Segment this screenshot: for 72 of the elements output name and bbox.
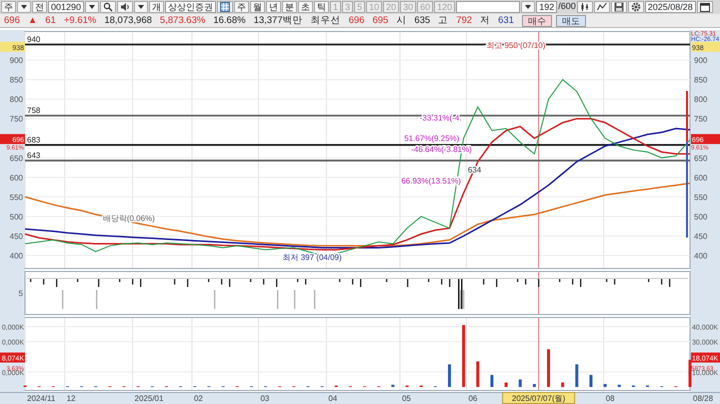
axis-label: 650 xyxy=(694,154,708,163)
quote-value: 61 xyxy=(44,14,57,26)
axis-label: 550 xyxy=(10,192,23,202)
quote-value: 696 xyxy=(348,14,366,26)
axis-label: 900 xyxy=(10,56,23,66)
axis-label: 600 xyxy=(694,173,708,182)
stock-name: 상상인증권 xyxy=(165,1,216,13)
date-label: 2024/11 xyxy=(27,394,56,403)
axis-label: 750 xyxy=(694,114,708,124)
quote-value: 시 xyxy=(395,14,408,26)
chart-note: -33.31%(-4. xyxy=(420,114,462,123)
quote-value: 저 xyxy=(479,14,492,26)
axis-label: 400 xyxy=(694,252,708,261)
quote-value: 5,873.63% xyxy=(158,14,206,26)
axis-label: 500 xyxy=(10,212,23,222)
quote-value: 696 xyxy=(3,14,21,26)
chart-note: 최저 397 (04/09) xyxy=(282,253,342,262)
toolbar-button[interactable]: 개 xyxy=(149,1,164,13)
quote-value: ▲ xyxy=(26,14,38,26)
quote-value: 792 xyxy=(455,14,474,26)
axis-label: 800 xyxy=(694,95,708,104)
axis-label: 600 xyxy=(10,173,23,182)
axis-label: 650 xyxy=(10,154,23,163)
axis-label: 400 xyxy=(10,252,23,261)
quote-value: 고 xyxy=(437,14,450,26)
axis-label: 450 xyxy=(694,232,708,241)
quote-value: 18,073,968 xyxy=(103,14,153,26)
axis-label: 800 xyxy=(10,95,23,104)
axis-label: 850 xyxy=(10,76,23,85)
date-label: 08/28 xyxy=(693,394,714,403)
cursor-date-label: 2025/07/07(월) xyxy=(502,392,576,404)
quote-value: 635 xyxy=(413,14,432,26)
date-label: 2025/01 xyxy=(134,394,164,403)
axis-label: 500 xyxy=(694,212,708,222)
axis-label: 750 xyxy=(10,114,23,124)
toolbar-button[interactable]: 초 xyxy=(298,1,314,13)
date-label: 05 xyxy=(402,394,411,403)
quote-value: 최우선 xyxy=(310,14,342,26)
axis-label: 5 xyxy=(18,289,23,298)
quote-value: +9.61% xyxy=(62,14,98,26)
toolbar-button[interactable]: 주 xyxy=(234,1,250,13)
level-label: 643 xyxy=(27,151,40,160)
date-label: 04 xyxy=(328,394,338,403)
axis-label: 850 xyxy=(694,76,708,85)
input-field[interactable]: 192 xyxy=(536,1,558,13)
axis-label: 450 xyxy=(10,232,23,241)
input-field[interactable]: 2025/08/28 xyxy=(644,1,696,13)
quote-value: 13,377백만 xyxy=(252,14,304,26)
chart-note: 51.67%(9.25%) xyxy=(404,134,460,143)
toolbar-button[interactable]: 분 xyxy=(282,1,298,13)
toolbar-button[interactable]: 틱 xyxy=(314,1,330,13)
level-label: 758 xyxy=(27,106,40,116)
date-label: 08 xyxy=(606,394,615,403)
level-label: 940 xyxy=(27,34,40,44)
toolbar-button[interactable]: 주 xyxy=(1,1,16,13)
count-label: /600 xyxy=(558,0,576,14)
quote-value: 631 xyxy=(497,14,515,26)
date-label: 03 xyxy=(260,394,270,403)
axis-label: 900 xyxy=(694,56,708,66)
date-label: 06 xyxy=(468,394,478,403)
toolbar-button[interactable]: 년 xyxy=(266,1,282,13)
quote-value: 695 xyxy=(371,14,390,26)
axis-label: 550 xyxy=(694,192,708,202)
toolbar-button[interactable]: 월 xyxy=(250,1,266,13)
sell-button[interactable]: 매도 xyxy=(556,14,586,26)
date-label: 02 xyxy=(194,394,203,403)
quote-value: 16.68% xyxy=(212,14,247,26)
toolbar-button[interactable]: 전 xyxy=(32,1,47,13)
input-field[interactable]: 001290 xyxy=(48,1,84,13)
buy-button[interactable]: 매수 xyxy=(522,14,552,26)
level-label: 683 xyxy=(27,135,40,144)
date-label: 12 xyxy=(66,394,76,403)
